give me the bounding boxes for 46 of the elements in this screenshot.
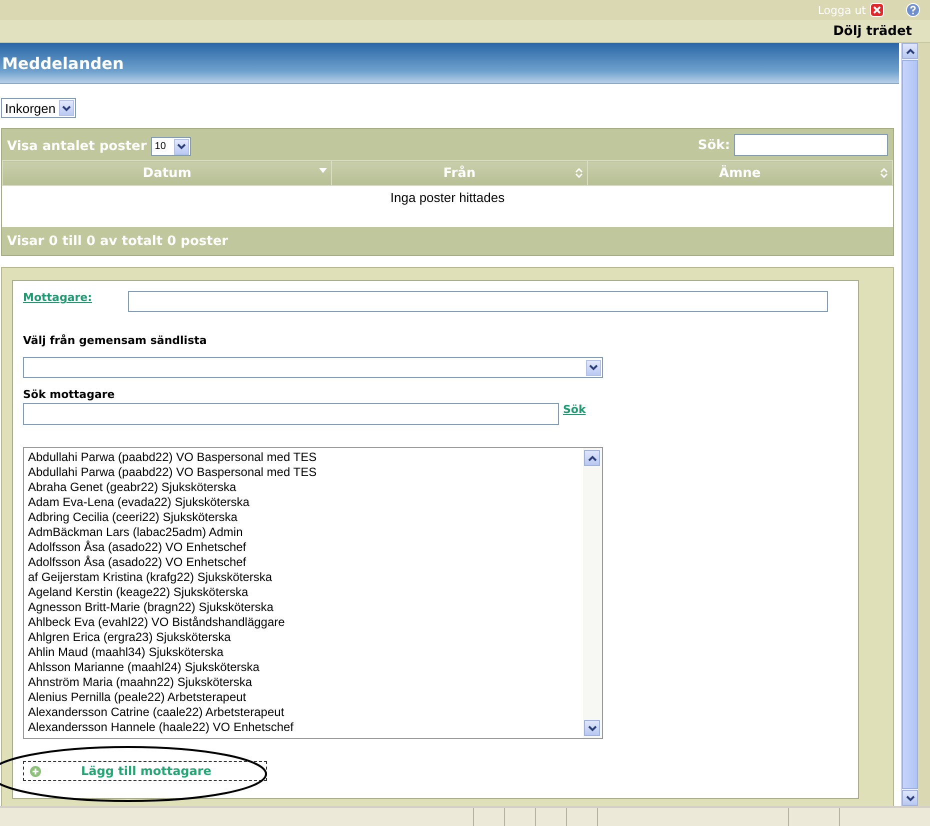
list-item[interactable]: Adolfsson Åsa (asado22) VO Enhetschef — [28, 540, 583, 555]
list-item[interactable]: Ahlsson Marianne (maahl24) Sjuksköterska — [28, 660, 583, 675]
close-icon — [870, 3, 884, 17]
recipient-search-field[interactable] — [23, 403, 559, 425]
search-recipient-label: Sök mottagare — [23, 388, 116, 401]
scroll-down-icon[interactable] — [902, 790, 918, 806]
list-item[interactable]: Ahlgren Erica (ergra23) Sjuksköterska — [28, 630, 583, 645]
list-item[interactable]: Ahnström Maria (maahn22) Sjuksköterska — [28, 675, 583, 690]
search-field[interactable] — [734, 134, 888, 156]
list-item[interactable]: af Geijerstam Kristina (krafg22) Sjuksköterska — [28, 570, 583, 585]
dropdown-icon[interactable] — [58, 100, 74, 116]
recipient-field[interactable] — [128, 291, 828, 312]
list-item[interactable]: Adbring Cecilia (ceeri22) Sjuksköterska — [28, 510, 583, 525]
list-item[interactable]: Adolfsson Åsa (asado22) VO Enhetschef — [28, 555, 583, 570]
scrollbar-thumb[interactable] — [902, 60, 918, 789]
page-header: Meddelanden — [0, 43, 900, 84]
list-item[interactable]: Agnesson Britt-Marie (bragn22) Sjuksköterska — [28, 600, 583, 615]
list-item[interactable]: Ahlbeck Eva (evahl22) VO Biståndshandläggare — [28, 615, 583, 630]
list-item[interactable]: Abdullahi Parwa (paabd22) VO Baspersonal med TES — [28, 465, 583, 480]
list-item[interactable]: Abdullahi Parwa (paabd22) VO Baspersonal med TES — [28, 450, 583, 465]
scroll-down-icon[interactable] — [584, 720, 600, 736]
list-item[interactable]: Alenius Pernilla (peale22) Arbetsterapeut — [28, 690, 583, 705]
recipient-list[interactable] — [23, 447, 603, 739]
page-length-dropdown[interactable]: 10 — [150, 137, 191, 156]
list-item[interactable]: Adam Eva-Lena (evada22) Sjuksköterska — [28, 495, 583, 510]
search-label: Sök: — [698, 138, 730, 152]
page-length-label: Visa antalet poster — [7, 139, 147, 154]
help-icon[interactable] — [906, 3, 920, 17]
plus-icon — [30, 766, 41, 776]
recipient-link[interactable]: Mottagare: — [23, 291, 92, 312]
list-item[interactable]: Abraha Genet (geabr22) Sjuksköterska — [28, 480, 583, 495]
empty-message: Inga poster hittades — [2, 186, 893, 227]
list-item[interactable]: Ageland Kerstin (keage22) Sjuksköterska — [28, 585, 583, 600]
mailing-list-label: Välj från gemensam sändlista — [23, 334, 208, 347]
table-info: Visar 0 till 0 av totalt 0 poster — [7, 234, 228, 249]
dropdown-icon[interactable] — [174, 138, 189, 154]
scroll-up-icon[interactable] — [584, 450, 600, 466]
list-item[interactable]: Ahlin Maud (maahl34) Sjuksköterska — [28, 645, 583, 660]
hide-tree-link[interactable]: Dölj trädet — [833, 24, 912, 38]
list-item[interactable]: Alexandersson Catrine (caale22) Arbetsterapeut — [28, 705, 583, 720]
scroll-up-icon[interactable] — [902, 43, 918, 59]
folder-dropdown[interactable]: Inkorgen — [1, 98, 76, 118]
search-link[interactable]: Sök — [563, 403, 586, 416]
list-item[interactable]: AdmBäckman Lars (labac25adm) Admin — [28, 525, 583, 540]
list-item[interactable]: Alexandersson Hannele (haale22) VO Enhetschef — [28, 720, 583, 735]
dropdown-icon[interactable] — [586, 360, 601, 376]
